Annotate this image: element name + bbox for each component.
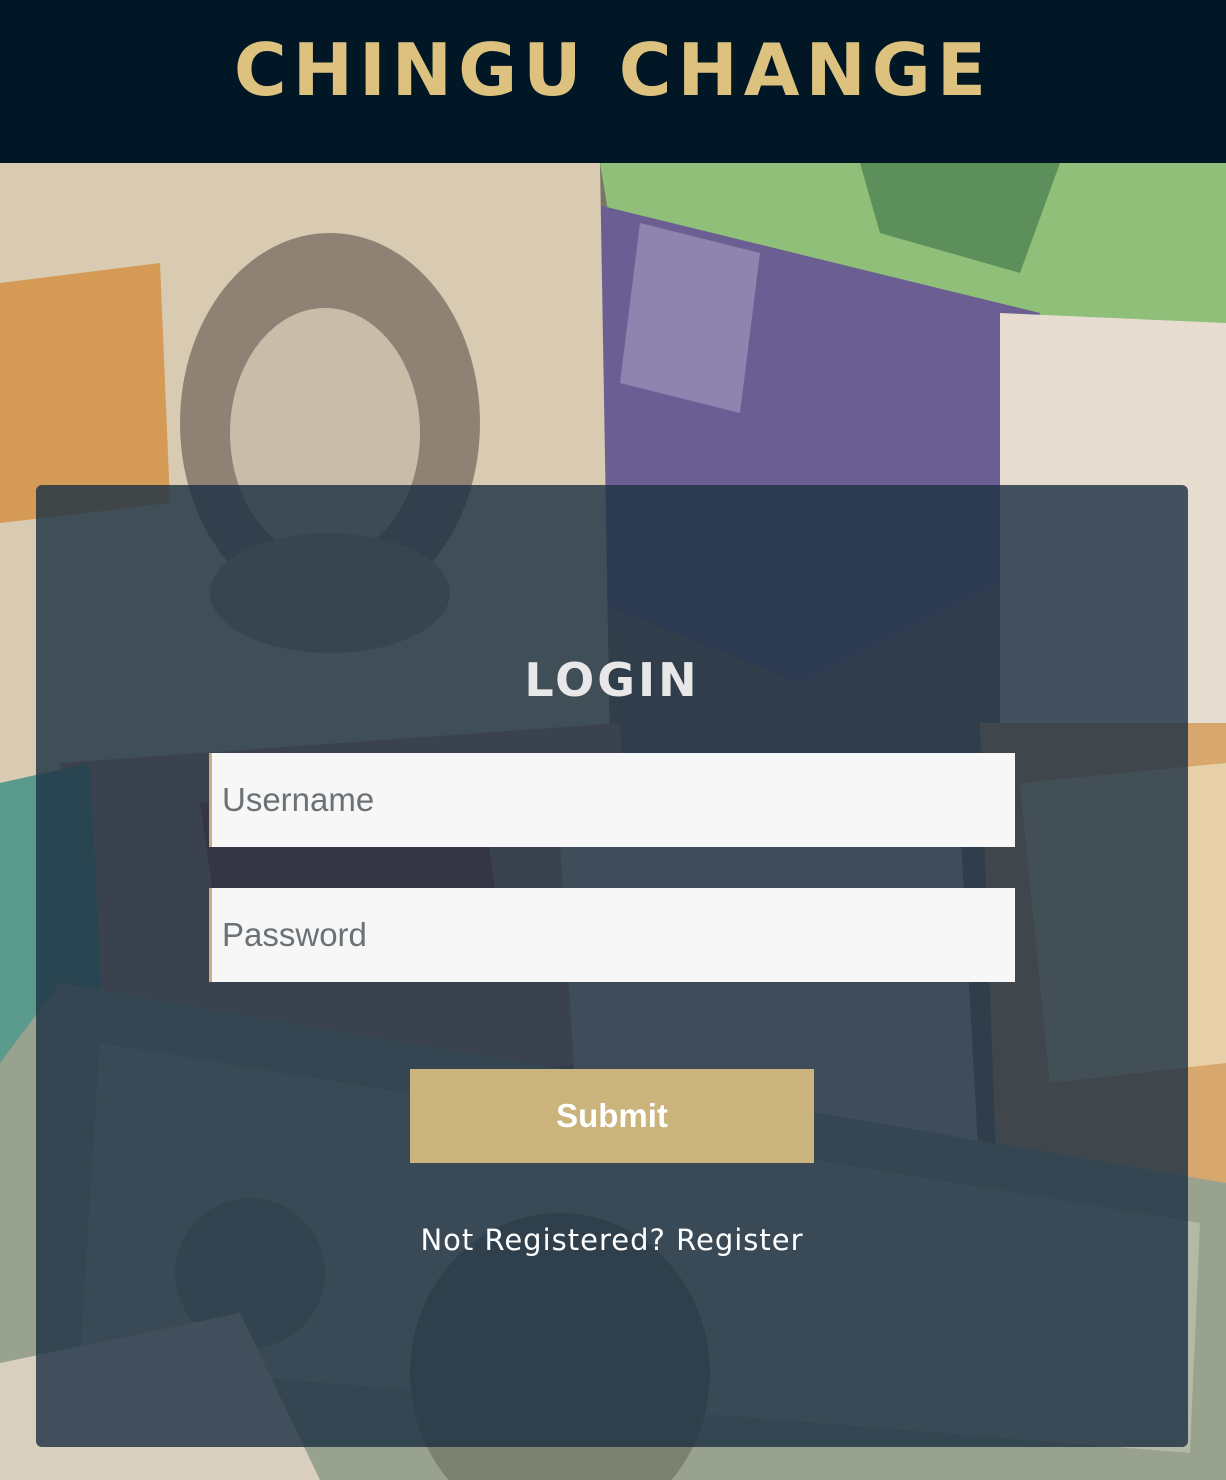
register-link[interactable]: Register bbox=[676, 1223, 803, 1257]
login-title: LOGIN bbox=[524, 653, 700, 707]
username-input[interactable] bbox=[209, 753, 1015, 847]
submit-button[interactable]: Submit bbox=[410, 1069, 814, 1163]
login-panel: LOGIN Submit Not Registered? Register bbox=[36, 485, 1188, 1447]
password-input[interactable] bbox=[209, 888, 1015, 982]
site-header: CHINGU CHANGE bbox=[0, 0, 1226, 163]
register-prompt: Not Registered? Register bbox=[36, 1223, 1188, 1257]
not-registered-text: Not Registered? bbox=[420, 1223, 666, 1257]
brand-logo-text: CHINGU CHANGE bbox=[233, 27, 993, 112]
